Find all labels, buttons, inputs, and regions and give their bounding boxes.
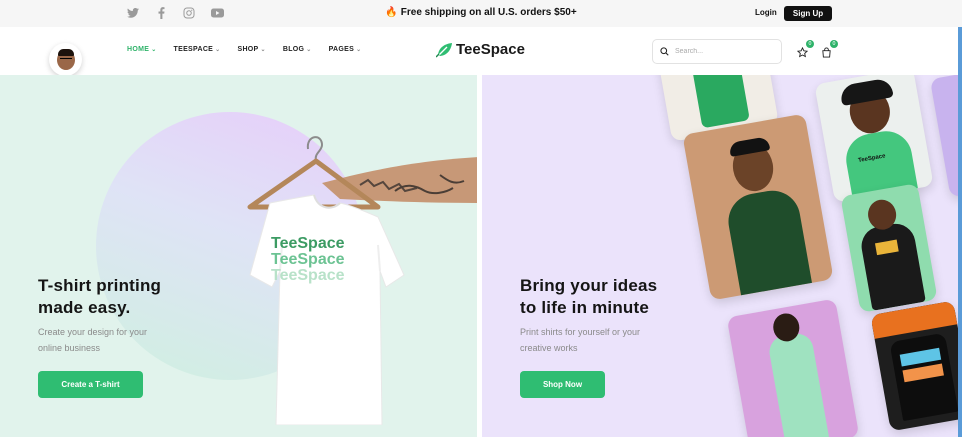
wishlist-count-badge: 0 <box>806 40 814 48</box>
nav-item-blog[interactable]: BLOG ⌄ <box>283 46 312 53</box>
shirt-print-line-3: TeeSpace <box>271 267 345 284</box>
headline-line: to life in minute <box>520 298 650 317</box>
mint-jumpsuit <box>766 331 832 437</box>
cart-count-badge: 0 <box>830 40 838 48</box>
nav-item-label: TEESPACE <box>173 46 214 53</box>
main-navigation: HOME ⌄ TEESPACE ⌄ SHOP ⌄ BLOG ⌄ PAGES ⌄ TeeSp… <box>0 27 962 76</box>
fire-icon: 🔥 <box>385 7 398 18</box>
avatar-face <box>56 48 75 70</box>
signup-button[interactable]: Sign Up <box>784 6 832 21</box>
hero-banner-tshirt-printing: TeeSpace TeeSpace TeeSpace T-shirt print… <box>0 75 477 437</box>
brand-logo[interactable]: TeeSpace <box>435 41 525 58</box>
green-outfit <box>688 75 750 129</box>
nav-item-label: PAGES <box>328 46 355 53</box>
product-photo-printed-tee <box>870 300 962 432</box>
nav-item-label: SHOP <box>237 46 259 53</box>
search-box[interactable] <box>652 39 782 64</box>
model-photo-dark-green-tee <box>682 113 834 301</box>
star-icon <box>796 46 808 57</box>
chevron-down-icon: ⌄ <box>215 47 221 53</box>
dark-green-tshirt <box>724 186 813 298</box>
headline-line: Bring your ideas <box>520 276 658 295</box>
shirt-print-line-1: TeeSpace <box>271 235 345 252</box>
subtext-line: creative works <box>520 343 578 353</box>
nav-item-teespace[interactable]: TEESPACE ⌄ <box>174 46 221 53</box>
model-photo-green-hoodie: TeeSpace <box>814 75 934 203</box>
subtext-line: online business <box>38 343 101 353</box>
shirt-print-line-2: TeeSpace <box>271 251 345 268</box>
avatar[interactable] <box>49 43 82 76</box>
nav-item-label: BLOG <box>282 46 305 53</box>
hero-banner-bring-ideas: Bring your ideas to life in minute Print… <box>482 75 962 437</box>
nav-item-label: HOME <box>127 46 150 53</box>
hero-left-headline: T-shirt printing made easy. <box>38 275 161 319</box>
main-menu: HOME ⌄ TEESPACE ⌄ SHOP ⌄ BLOG ⌄ PAGES ⌄ <box>127 46 378 53</box>
model-photo-black-hoodie <box>840 183 938 313</box>
chevron-down-icon: ⌄ <box>306 47 312 53</box>
cart-button[interactable]: 0 <box>820 40 838 58</box>
headline-line: made easy. <box>38 298 131 317</box>
search-input[interactable] <box>675 48 770 55</box>
promo-text: Free shipping on all U.S. orders $50+ <box>400 7 577 18</box>
nav-item-shop[interactable]: SHOP ⌄ <box>237 46 265 53</box>
hero-right-subtext: Print shirts for yourself or your creati… <box>520 324 640 356</box>
subtext-line: Print shirts for yourself or your <box>520 327 641 337</box>
shop-now-button[interactable]: Shop Now <box>520 371 605 398</box>
nav-item-pages[interactable]: PAGES ⌄ <box>329 46 362 53</box>
chevron-down-icon: ⌄ <box>151 47 157 53</box>
headline-line: T-shirt printing <box>38 276 162 295</box>
wishlist-button[interactable]: 0 <box>796 40 814 58</box>
chevron-down-icon: ⌄ <box>356 47 362 53</box>
black-hoodie <box>858 220 926 311</box>
page-scrollbar[interactable] <box>958 27 962 437</box>
leaf-logo-icon <box>435 42 452 58</box>
hero-right-headline: Bring your ideas to life in minute <box>520 275 657 319</box>
login-link[interactable]: Login <box>755 8 777 17</box>
nav-item-home[interactable]: HOME ⌄ <box>127 46 157 53</box>
chevron-down-icon: ⌄ <box>260 47 266 53</box>
search-icon <box>660 43 669 61</box>
announcement-bar: 🔥 Free shipping on all U.S. orders $50+ L… <box>0 0 962 27</box>
hero-left-subtext: Create your design for your online busin… <box>38 324 147 356</box>
subtext-line: Create your design for your <box>38 327 148 337</box>
shopping-bag-icon <box>821 46 831 58</box>
brand-name: TeeSpace <box>456 41 525 58</box>
model-photo-mint-jumpsuit <box>726 298 860 437</box>
create-tshirt-button[interactable]: Create a T-shirt <box>38 371 143 398</box>
